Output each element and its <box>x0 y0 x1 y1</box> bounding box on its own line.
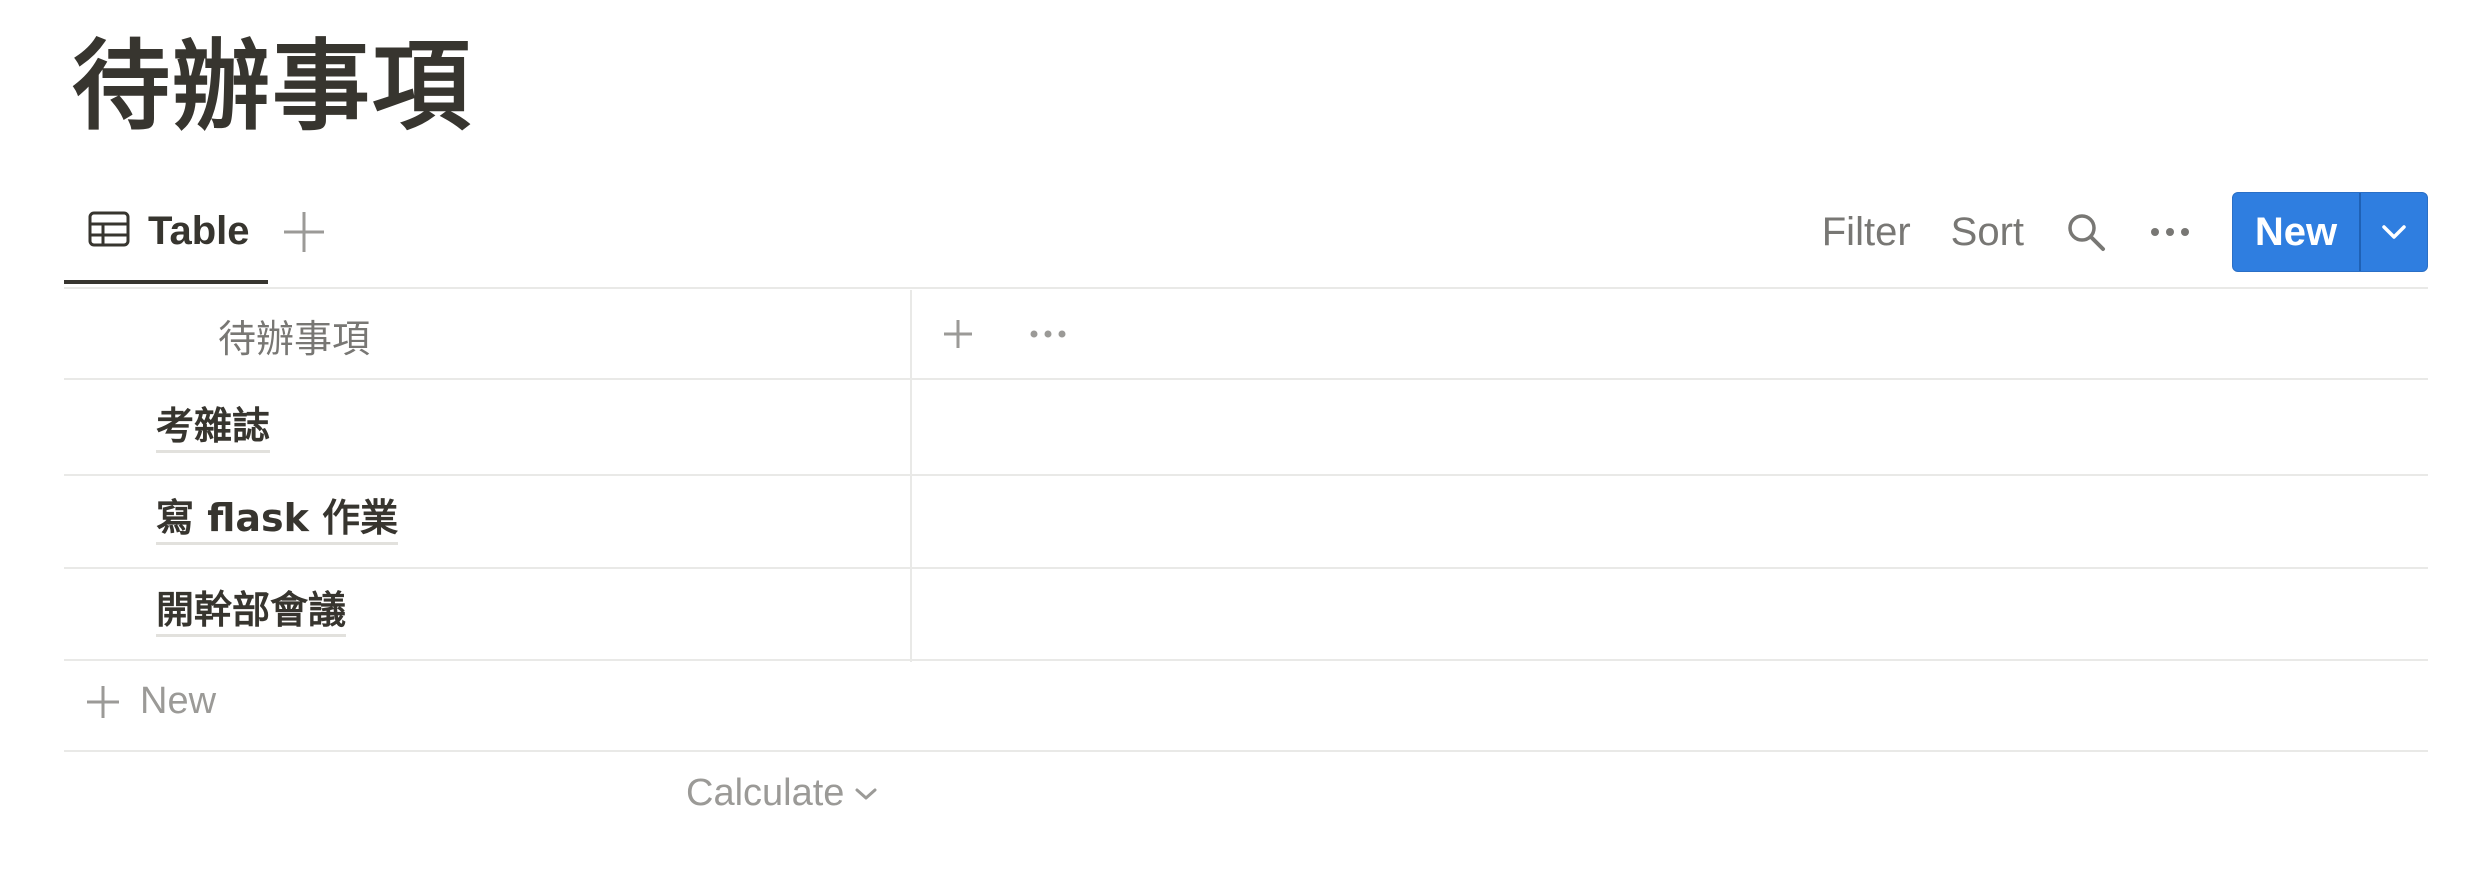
row-divider <box>64 659 2428 661</box>
search-icon <box>2068 214 2105 251</box>
new-row-divider <box>64 750 2428 752</box>
table-top-border <box>64 287 2428 289</box>
page-title: 待辦事項 <box>72 30 473 144</box>
sort-button[interactable]: Sort <box>1951 210 2024 255</box>
filter-button[interactable]: Filter <box>1822 210 1911 255</box>
plus-icon <box>944 320 972 348</box>
search-button[interactable] <box>2064 210 2108 254</box>
column-divider <box>910 290 912 662</box>
plus-icon <box>284 212 324 252</box>
calculate-button[interactable]: Calculate <box>686 772 878 815</box>
row-divider <box>64 567 2428 569</box>
more-icon <box>2151 228 2189 236</box>
view-bar: Table Filter Sort New <box>64 178 2428 288</box>
new-dropdown-button[interactable] <box>2359 193 2427 271</box>
header-bottom-border <box>64 378 2428 380</box>
row-divider <box>64 474 2428 476</box>
tab-underline <box>64 280 268 284</box>
add-property-button[interactable] <box>936 312 980 356</box>
toolbar: Filter Sort New <box>1822 192 2428 272</box>
header-actions <box>936 312 1116 356</box>
new-row-label: New <box>140 680 217 722</box>
new-row-button[interactable]: New <box>84 680 216 723</box>
tab-table[interactable]: Table <box>64 178 268 284</box>
plus-icon <box>87 685 119 718</box>
tab-label: Table <box>148 208 250 253</box>
table-row-title[interactable]: 開幹部會議 <box>156 588 347 637</box>
add-view-button[interactable] <box>276 204 332 260</box>
table-icon <box>88 211 130 252</box>
table-row-title[interactable]: 考雜誌 <box>156 404 271 453</box>
new-button[interactable]: New <box>2233 193 2359 271</box>
chevron-down-icon <box>855 788 877 799</box>
chevron-down-icon <box>2382 225 2406 239</box>
new-button-group: New <box>2232 192 2428 272</box>
more-options-button[interactable] <box>2148 210 2192 254</box>
more-icon <box>1030 330 1066 338</box>
column-more-button[interactable] <box>1026 312 1070 356</box>
column-header-title[interactable]: 待辦事項 <box>218 308 370 363</box>
calculate-label: Calculate <box>686 772 845 814</box>
table-row-title[interactable]: 寫 flask 作業 <box>156 496 399 545</box>
